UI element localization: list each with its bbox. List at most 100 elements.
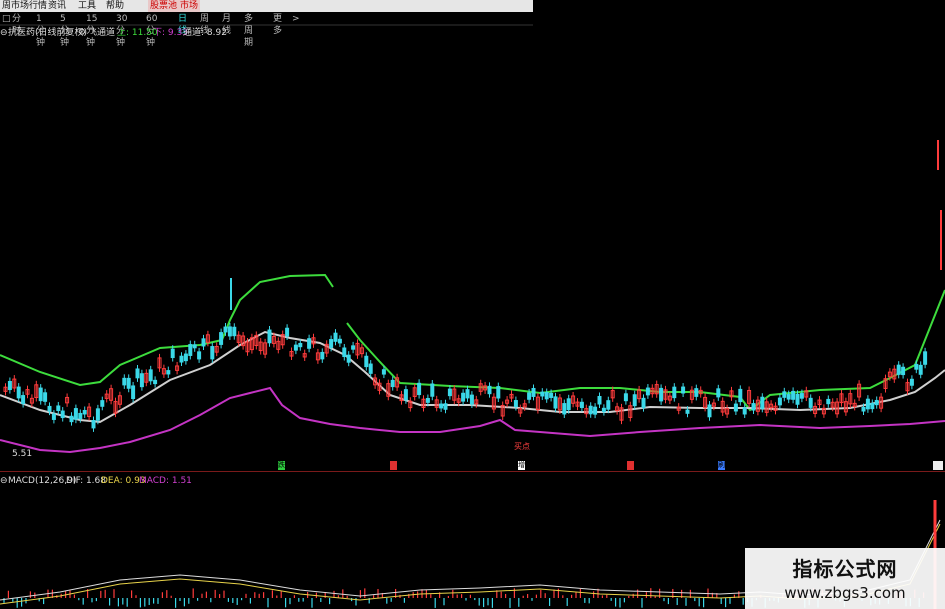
candle-body [192,344,197,349]
candle-body [733,403,738,412]
price-label: 5.51 [12,449,33,459]
candle-body [496,386,501,399]
candle-body [865,398,870,410]
candle-body [777,397,782,406]
candle-body [51,413,56,420]
candle-body [593,406,598,415]
signal-marker [933,461,943,470]
candle-body [346,354,351,363]
signal-marker [390,461,397,470]
candle-body [738,388,743,403]
candle-body [153,379,158,385]
buy-point-label: 买点 [514,442,530,451]
candle-body [148,369,153,382]
candle-body [267,329,272,344]
candle-body [139,373,144,388]
signal-marker: 增 [518,461,525,470]
candle-body [623,393,628,402]
candle-body [487,385,492,395]
signal-marker [627,461,634,470]
collapse-icon[interactable]: ⊖ [0,475,8,487]
candle-body [227,326,232,337]
candle-body [43,392,48,402]
candle-body [21,395,26,405]
candle-body [874,399,879,406]
candle-body [78,412,83,420]
candle-body [461,392,466,402]
candle-body [100,400,105,407]
watermark: 指标公式网 www.zbgs3.com [745,548,945,609]
candle-body [782,391,787,398]
candle-body [232,326,237,337]
candle-body [597,395,602,405]
candle-body [513,400,518,408]
candle-body [126,377,131,389]
candle-body [918,364,923,375]
candle-body [179,355,184,363]
candle-body [333,332,338,342]
candle-body [183,353,188,362]
candle-body [447,388,452,397]
candle-body [861,406,866,412]
candle-body [95,408,100,421]
candle-body [188,344,193,356]
candle-body [38,387,43,402]
candle-body [527,392,532,400]
candle-body [685,409,690,414]
candle-body [307,338,312,349]
candle-body [285,327,290,337]
candle-body [909,378,914,386]
candle-body [351,345,356,350]
candle-body [342,347,347,358]
candle-body [465,389,470,399]
candle-body [808,397,813,408]
candle-body [47,405,52,412]
candle-body [381,369,386,375]
candle-body [694,388,699,397]
candle-body [751,403,756,411]
candle-body [795,393,800,405]
candle-body [566,398,571,411]
candle-body [56,405,61,412]
candle-body [659,387,664,402]
candle-body [293,344,298,351]
candle-body [69,415,74,423]
candle-body [923,351,928,365]
candle-body [122,377,127,386]
candle-body [760,396,765,409]
candle-body [223,326,228,333]
candle-body [210,346,215,360]
candle-body [549,392,554,398]
candle-body [707,404,712,418]
candle-body [896,364,901,375]
candle-body [645,387,650,396]
signal-marker: 刷 [718,461,725,470]
candle-body [135,368,140,379]
candle-body [672,386,677,399]
candle-body [337,338,342,344]
candle-body [16,386,21,399]
candle-body [320,351,325,360]
kline-chart[interactable] [0,0,945,609]
candle-body [298,342,303,348]
candle-body [562,403,567,415]
candle-body [531,387,536,397]
candle-body [870,402,875,410]
candle-body [469,394,474,405]
candle-body [368,363,373,374]
candle-body [901,366,906,376]
candle-body [73,408,78,420]
candle-body [601,407,606,413]
candle-body [170,348,175,359]
candle-body [681,386,686,394]
upper-band-line [0,273,334,387]
candle-body [390,379,395,388]
candle-body [588,405,593,415]
candle-body [914,363,919,370]
candle-body [417,382,422,396]
candle-body [219,332,224,345]
candle-body [7,380,12,391]
macd-value: MACD: 1.51 [139,476,192,486]
candle-body [91,420,96,429]
candle-body [716,388,721,398]
